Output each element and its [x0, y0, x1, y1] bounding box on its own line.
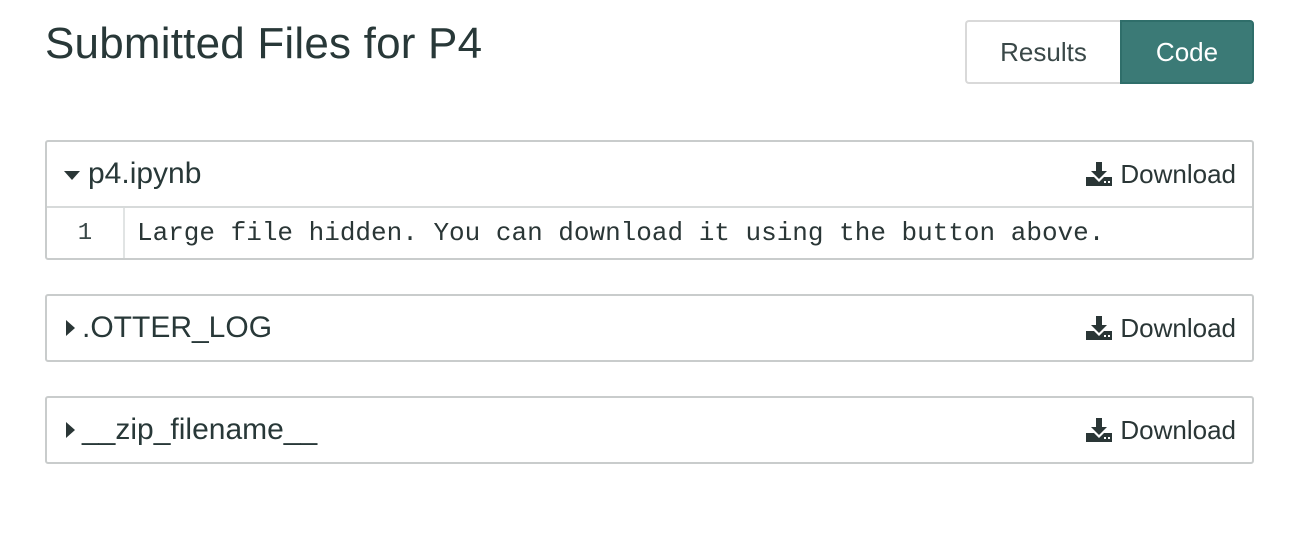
file-panel-zip-filename: __zip_filename__ Download: [45, 396, 1254, 464]
code-line: Large file hidden. You can download it u…: [137, 218, 1105, 248]
line-number: 1: [47, 208, 125, 258]
file-panel-otter-log: .OTTER_LOG Download: [45, 294, 1254, 362]
page-title: Submitted Files for P4: [45, 19, 483, 68]
view-toggle: Results Code: [965, 20, 1254, 84]
download-button[interactable]: Download: [1086, 296, 1236, 360]
caret-right-icon: [66, 422, 75, 438]
file-panel-p4-ipynb: p4.ipynb Download 1 Large file hidden. Y…: [45, 140, 1254, 260]
caret-down-icon: [64, 170, 80, 180]
code-button[interactable]: Code: [1120, 20, 1254, 84]
download-label: Download: [1120, 158, 1236, 189]
file-header-toggle[interactable]: .OTTER_LOG Download: [47, 296, 1252, 360]
download-button[interactable]: Download: [1086, 398, 1236, 462]
file-name: p4.ipynb: [88, 157, 202, 190]
download-icon: [1086, 162, 1113, 186]
download-icon: [1086, 418, 1113, 442]
download-icon: [1086, 316, 1113, 340]
download-label: Download: [1120, 312, 1236, 343]
download-button[interactable]: Download: [1086, 142, 1236, 206]
file-name: .OTTER_LOG: [82, 311, 273, 344]
code-view: 1 Large file hidden. You can download it…: [47, 206, 1252, 258]
file-header-toggle[interactable]: p4.ipynb Download: [47, 142, 1252, 206]
results-button[interactable]: Results: [965, 20, 1120, 84]
caret-right-icon: [66, 320, 75, 336]
file-name: __zip_filename__: [82, 413, 318, 446]
download-label: Download: [1120, 414, 1236, 445]
file-header-toggle[interactable]: __zip_filename__ Download: [47, 398, 1252, 462]
